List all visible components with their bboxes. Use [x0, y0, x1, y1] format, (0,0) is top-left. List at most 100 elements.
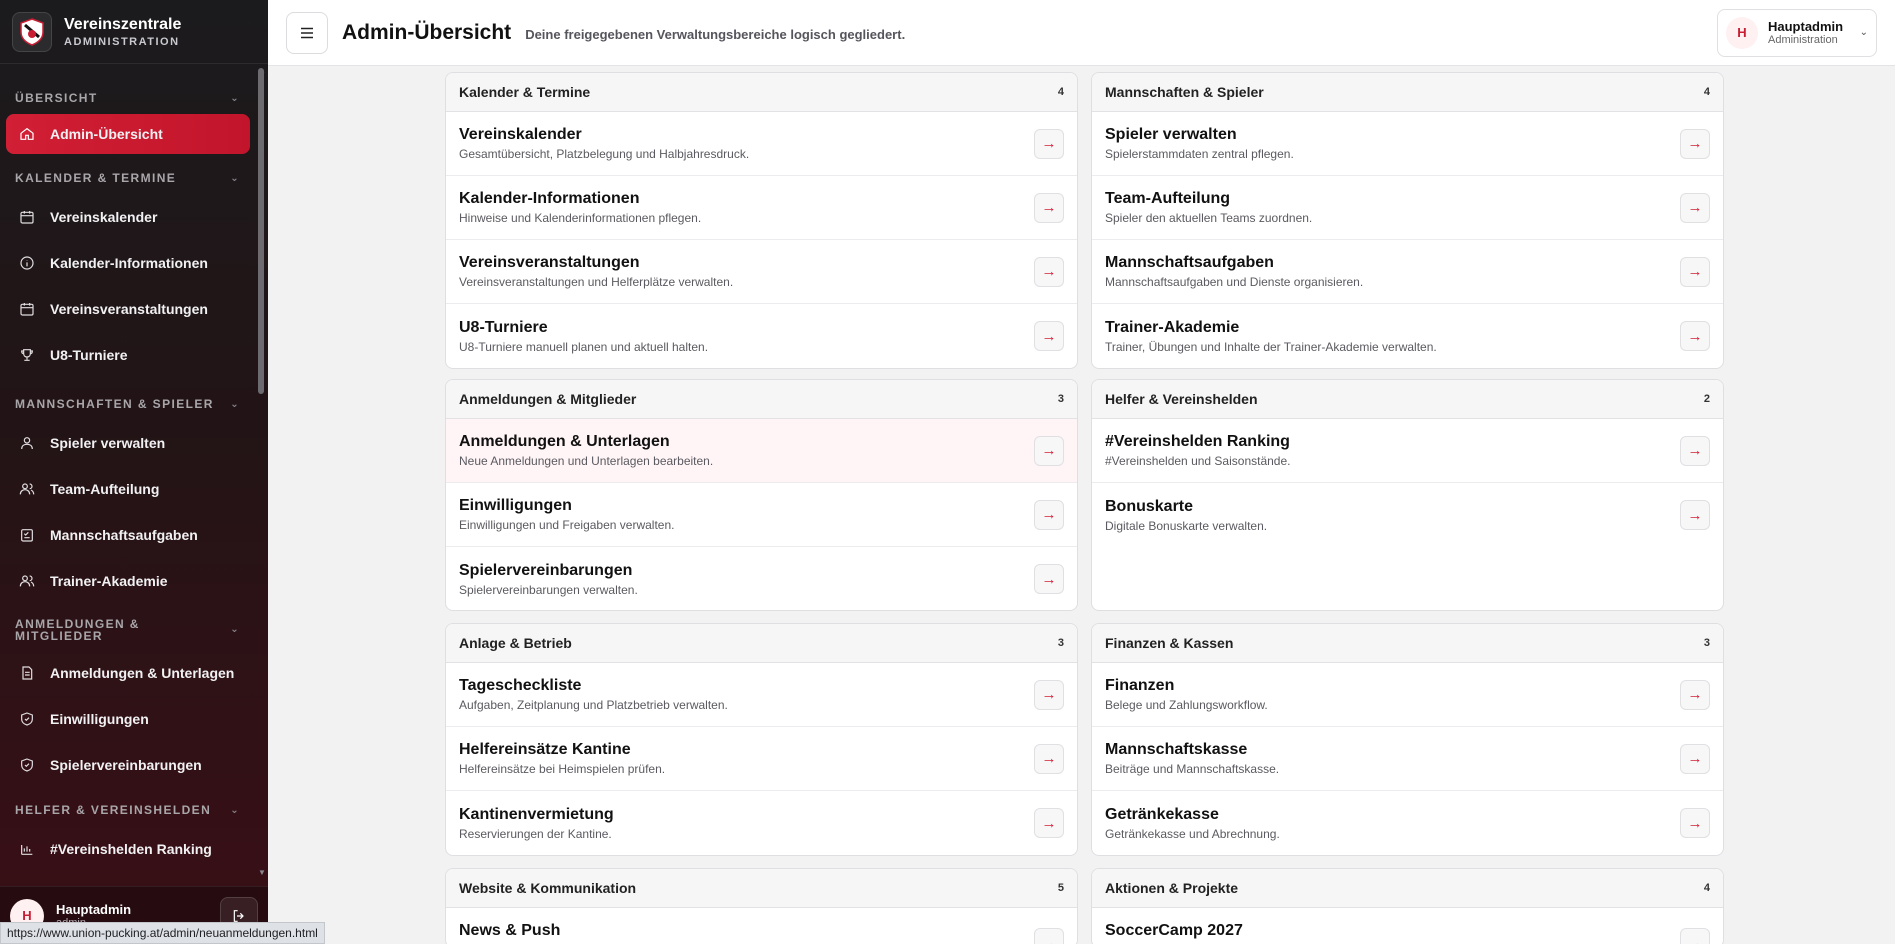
card-count-badge: 5	[1057, 882, 1064, 894]
sidebar-item-kalender-informationen[interactable]: Kalender-Informationen	[0, 240, 256, 286]
card-count-badge: 3	[1057, 637, 1064, 649]
card-count-badge: 4	[1057, 86, 1064, 98]
card-header: Website & Kommunikation 5	[446, 869, 1077, 908]
sidebar-item-u8-turniere[interactable]: U8-Turniere	[0, 332, 256, 378]
arrow-right-icon[interactable]: →	[1680, 679, 1710, 710]
arrow-right-icon[interactable]: →	[1680, 256, 1710, 287]
sidebar-item-vereinskalender[interactable]: Vereinskalender	[0, 194, 256, 240]
sidebar-item-vereinshelden-ranking[interactable]: #Vereinshelden Ranking	[0, 826, 256, 872]
arrow-right-icon[interactable]: →	[1034, 679, 1064, 710]
card-header: Mannschaften & Spieler 4	[1092, 73, 1723, 112]
arrow-right-icon[interactable]: →	[1034, 499, 1064, 530]
page-title: Admin-Übersicht	[342, 20, 512, 44]
list-item[interactable]: Bonuskarte Digitale Bonuskarte verwalten.…	[1092, 483, 1723, 547]
arrow-right-icon[interactable]: →	[1034, 808, 1064, 838]
sidebar-item-trainer-akademie[interactable]: Trainer-Akademie	[0, 558, 256, 604]
list-item[interactable]: News & Push →	[446, 908, 1077, 944]
arrow-right-icon[interactable]: →	[1034, 192, 1064, 223]
club-logo-icon	[12, 11, 52, 52]
sidebar-item-anmeldungen-unterlagen[interactable]: Anmeldungen & Unterlagen	[0, 650, 256, 696]
card-count-badge: 3	[1703, 637, 1710, 649]
sidebar-scrollbar[interactable]	[258, 68, 264, 394]
list-item[interactable]: U8-Turniere U8-Turniere manuell planen un…	[446, 304, 1077, 368]
arrow-right-icon[interactable]: →	[1680, 808, 1710, 838]
nav-section-kalender[interactable]: KALENDER & TERMINE ⌄	[0, 162, 256, 194]
arrow-right-icon[interactable]: →	[1680, 128, 1710, 159]
nav-section-uebersicht[interactable]: ÜBERSICHT ⌄	[0, 82, 256, 114]
chevron-down-icon: ⌄	[230, 398, 240, 410]
arrow-right-icon[interactable]: →	[1680, 192, 1710, 223]
arrow-right-icon[interactable]: →	[1034, 564, 1064, 594]
users-icon	[18, 480, 36, 498]
sidebar-item-einwilligungen[interactable]: Einwilligungen	[0, 696, 256, 742]
card-helfer-vereinshelden: Helfer & Vereinshelden 2 #Vereinshelden R…	[1091, 379, 1724, 611]
list-item[interactable]: Kantinenvermietung Reservierungen der Kan…	[446, 791, 1077, 855]
card-header: Aktionen & Projekte 4	[1092, 869, 1723, 908]
list-item[interactable]: Einwilligungen Einwilligungen und Freigab…	[446, 483, 1077, 547]
shield-check-icon	[18, 710, 36, 728]
page-subtitle: Deine freigegebenen Verwaltungsbereiche …	[525, 27, 906, 42]
list-item[interactable]: Helfereinsätze Kantine Helfereinsätze bei…	[446, 727, 1077, 791]
card-finanzen-kassen: Finanzen & Kassen 3 Finanzen Belege und Za…	[1091, 623, 1724, 856]
arrow-right-icon[interactable]: →	[1680, 928, 1710, 944]
list-item[interactable]: Spielervereinbarungen Spielervereinbarung…	[446, 547, 1077, 610]
nav-section-helfer[interactable]: HELFER & VEREINSHELDEN ⌄	[0, 794, 256, 826]
card-header: Kalender & Termine 4	[446, 73, 1077, 112]
list-item[interactable]: Tagescheckliste Aufgaben, Zeitplanung und…	[446, 663, 1077, 727]
list-item[interactable]: Kalender-Informationen Hinweise und Kalen…	[446, 176, 1077, 240]
list-item[interactable]: Trainer-Akademie Trainer, Übungen und Inh…	[1092, 304, 1723, 368]
card-anmeldungen-mitglieder: Anmeldungen & Mitglieder 3 Anmeldungen & …	[445, 379, 1078, 611]
list-item[interactable]: Mannschaftskasse Beiträge und Mannschafts…	[1092, 727, 1723, 791]
arrow-right-icon[interactable]: →	[1680, 743, 1710, 774]
user-menu-button[interactable]: H Hauptadmin Administration ⌄	[1717, 8, 1877, 57]
home-icon	[18, 125, 36, 143]
card-website-kommunikation: Website & Kommunikation 5 News & Push →	[445, 868, 1078, 944]
arrow-right-icon[interactable]: →	[1034, 435, 1064, 466]
list-item[interactable]: Getränkekasse Getränkekasse und Abrechnun…	[1092, 791, 1723, 855]
arrow-right-icon[interactable]: →	[1034, 743, 1064, 774]
card-header: Anlage & Betrieb 3	[446, 624, 1077, 663]
document-icon	[18, 664, 36, 682]
card-aktionen-projekte: Aktionen & Projekte 4 SoccerCamp 2027 →	[1091, 868, 1724, 944]
list-item[interactable]: Vereinsveranstaltungen Vereinsveranstaltu…	[446, 240, 1077, 304]
sidebar-item-vereinsveranstaltungen[interactable]: Vereinsveranstaltungen	[0, 286, 256, 332]
nav-section-mannschaften[interactable]: MANNSCHAFTEN & SPIELER ⌄	[0, 388, 256, 420]
sidebar-item-spielervereinbarungen[interactable]: Spielervereinbarungen	[0, 742, 256, 788]
card-count-badge: 3	[1057, 393, 1064, 405]
nav-section-anmeldungen[interactable]: ANMELDUNGEN & MITGLIEDER ⌄	[0, 610, 256, 650]
card-kalender-termine: Kalender & Termine 4 Vereinskalender Gesam…	[445, 72, 1078, 369]
list-item[interactable]: #Vereinshelden Ranking #Vereinshelden und…	[1092, 419, 1723, 483]
brand[interactable]: Vereinszentrale ADMINISTRATION	[0, 0, 268, 64]
shield-check-icon	[18, 756, 36, 774]
arrow-right-icon[interactable]: →	[1680, 321, 1710, 351]
clipboard-icon	[18, 526, 36, 544]
list-item[interactable]: Mannschaftsaufgaben Mannschaftsaufgaben u…	[1092, 240, 1723, 304]
sidebar-item-spieler-verwalten[interactable]: Spieler verwalten	[0, 420, 256, 466]
list-item[interactable]: Team-Aufteilung Spieler den aktuellen Tea…	[1092, 176, 1723, 240]
list-item[interactable]: Finanzen Belege und Zahlungsworkflow. →	[1092, 663, 1723, 727]
list-item[interactable]: Vereinskalender Gesamtübersicht, Platzbel…	[446, 112, 1077, 176]
sidebar-item-mannschaftsaufgaben[interactable]: Mannschaftsaufgaben	[0, 512, 256, 558]
sidebar-item-admin-uebersicht[interactable]: Admin-Übersicht	[6, 114, 250, 154]
chevron-down-icon: ⌄	[230, 804, 240, 816]
sidebar: Vereinszentrale ADMINISTRATION ▲ ▼ ÜBERS…	[0, 0, 268, 944]
brand-title: Vereinszentrale	[64, 15, 182, 33]
arrow-right-icon[interactable]: →	[1034, 928, 1064, 944]
menu-toggle-button[interactable]	[286, 11, 328, 54]
list-item[interactable]: Anmeldungen & Unterlagen Neue Anmeldungen…	[446, 419, 1077, 483]
user-role: Administration	[1768, 34, 1838, 46]
list-item[interactable]: Spieler verwalten Spielerstammdaten zentr…	[1092, 112, 1723, 176]
arrow-right-icon[interactable]: →	[1680, 435, 1710, 466]
user-name: Hauptadmin	[1768, 19, 1844, 34]
scroll-down-icon[interactable]: ▼	[258, 868, 266, 877]
card-count-badge: 4	[1703, 882, 1710, 894]
sidebar-item-team-aufteilung[interactable]: Team-Aufteilung	[0, 466, 256, 512]
info-icon	[18, 254, 36, 272]
arrow-right-icon[interactable]: →	[1034, 128, 1064, 159]
hamburger-icon	[301, 27, 313, 38]
arrow-right-icon[interactable]: →	[1034, 321, 1064, 351]
arrow-right-icon[interactable]: →	[1680, 500, 1710, 530]
list-item[interactable]: SoccerCamp 2027 →	[1092, 908, 1723, 944]
chevron-down-icon: ⌄	[230, 92, 240, 104]
arrow-right-icon[interactable]: →	[1034, 256, 1064, 287]
